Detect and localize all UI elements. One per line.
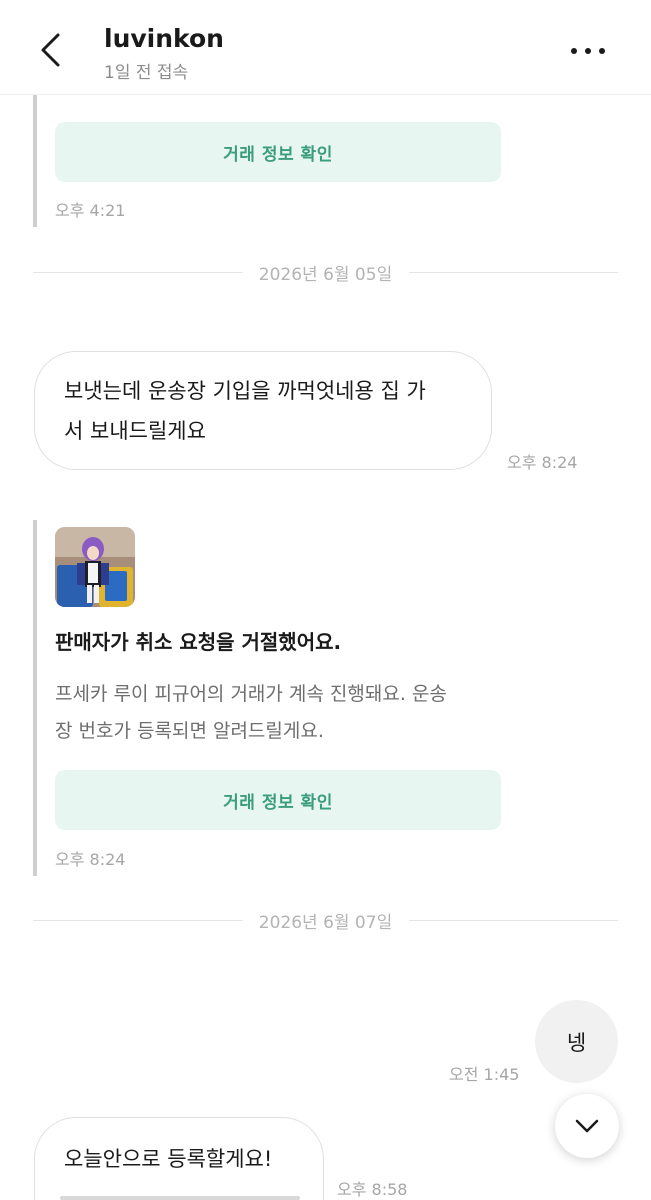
trade-card-bar bbox=[33, 94, 37, 227]
chat-header: luvinkon 1일 전 접속 bbox=[0, 0, 651, 95]
more-options-button[interactable] bbox=[566, 38, 610, 64]
message-time: 오후 8:24 bbox=[55, 850, 126, 869]
next-message-preview bbox=[60, 1190, 300, 1200]
trade-card-bar bbox=[33, 520, 37, 876]
message-text: 보냇는데 운송장 기입을 까먹엇네용 집 가 bbox=[64, 379, 426, 403]
message-time: 오후 4:21 bbox=[55, 201, 126, 220]
scroll-to-bottom-button[interactable] bbox=[555, 1094, 619, 1158]
trade-info-button[interactable]: 거래 정보 확인 bbox=[55, 122, 501, 182]
message-text: 서 보내드릴게요 bbox=[64, 419, 206, 443]
date-separator: 2026년 6월 07일 bbox=[33, 908, 618, 933]
back-button[interactable] bbox=[30, 28, 74, 72]
figure-product-image bbox=[55, 527, 135, 607]
chevron-left-icon bbox=[41, 33, 60, 67]
last-seen-status: 1일 전 접속 bbox=[104, 63, 189, 83]
divider bbox=[409, 920, 618, 921]
trade-info-button[interactable]: 거래 정보 확인 bbox=[55, 770, 501, 830]
message-text: 오늘안으로 등록할게요! bbox=[64, 1147, 273, 1171]
chat-partner-name[interactable]: luvinkon bbox=[104, 24, 224, 53]
incoming-message-bubble[interactable]: 오늘안으로 등록할게요! bbox=[34, 1117, 324, 1200]
card-body: 프세카 루이 피규어의 거래가 계속 진행돼요. 운송 장 번호가 등록되면 알… bbox=[55, 676, 515, 750]
card-body-line: 장 번호가 등록되면 알려드릴게요. bbox=[55, 720, 324, 742]
message-text: 넹 bbox=[566, 1030, 587, 1055]
date-separator: 2026년 6월 05일 bbox=[33, 260, 618, 285]
product-thumbnail[interactable] bbox=[55, 527, 135, 607]
outgoing-message-bubble[interactable]: 넹 bbox=[535, 1000, 618, 1083]
more-horizontal-icon bbox=[571, 48, 605, 54]
message-time: 오후 8:58 bbox=[337, 1180, 408, 1199]
divider bbox=[409, 272, 618, 273]
incoming-message-bubble[interactable]: 보냇는데 운송장 기입을 까먹엇네용 집 가 서 보내드릴게요 bbox=[34, 351, 492, 470]
chevron-down-icon bbox=[575, 1119, 599, 1133]
card-body-line: 프세카 루이 피규어의 거래가 계속 진행돼요. 운송 bbox=[55, 683, 447, 705]
message-time: 오후 8:24 bbox=[507, 453, 578, 472]
message-time: 오전 1:45 bbox=[449, 1065, 520, 1084]
card-title: 판매자가 취소 요청을 거절했어요. bbox=[55, 630, 342, 654]
